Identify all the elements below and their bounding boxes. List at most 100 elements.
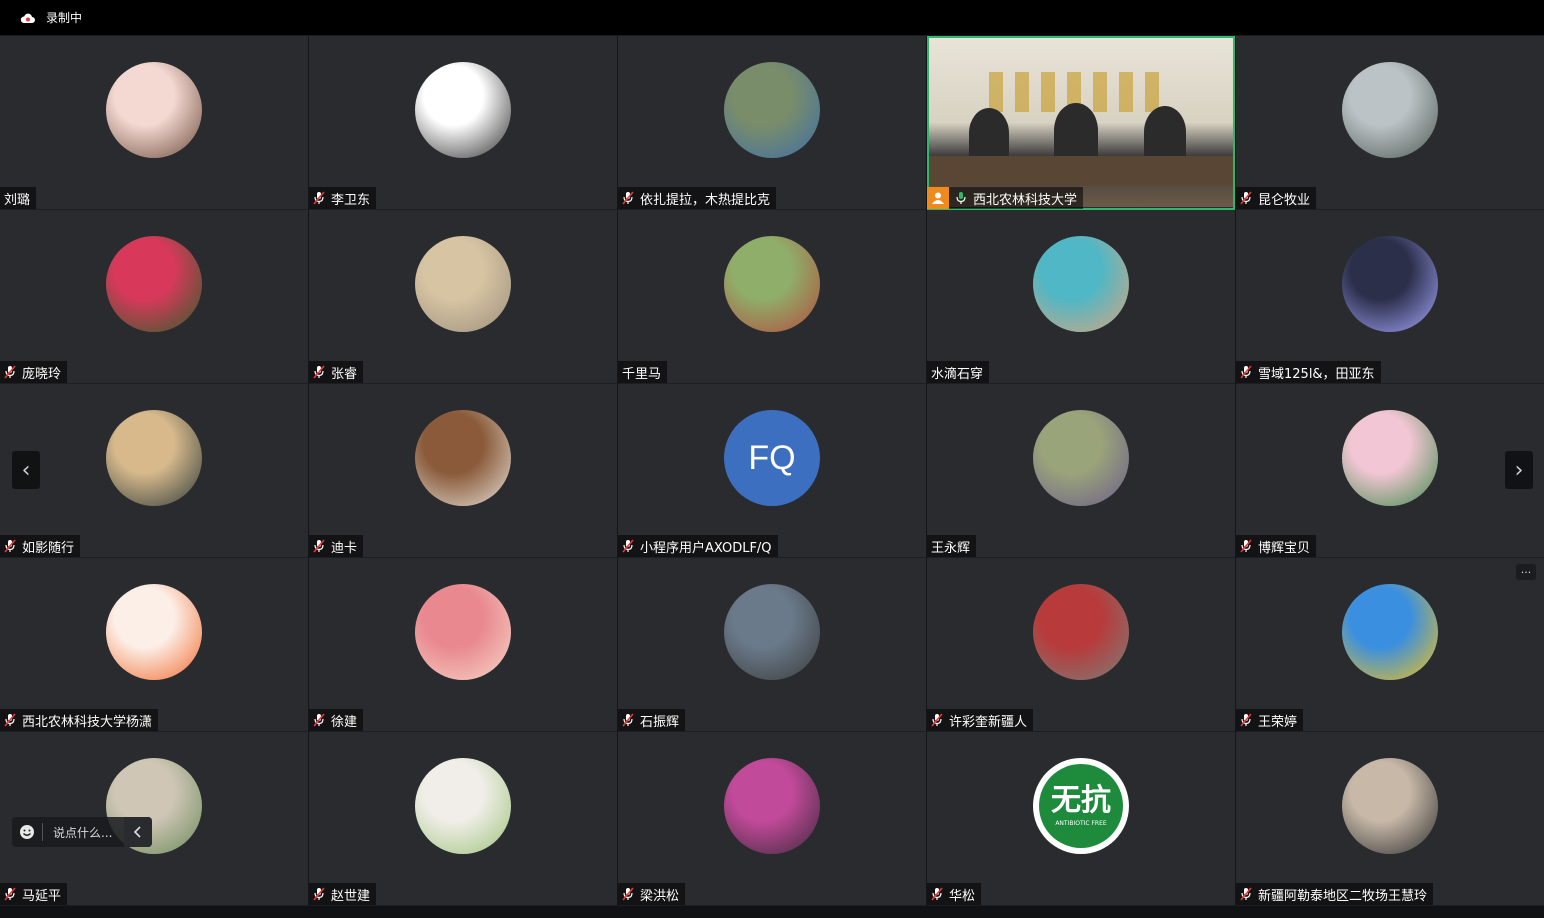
participant-nameplate: 新疆阿勒泰地区二牧场王慧玲 xyxy=(1236,883,1434,905)
video-feed xyxy=(929,38,1233,207)
mic-muted-icon xyxy=(622,887,640,901)
next-page-button[interactable]: › xyxy=(1505,451,1533,489)
participant-name: 赵世建 xyxy=(331,888,371,904)
participant-tile[interactable]: 雪域125l&，田亚东 xyxy=(1236,210,1544,384)
emoji-icon[interactable] xyxy=(12,824,42,840)
participant-tile[interactable]: 西北农林科技大学杨潇 xyxy=(0,558,308,732)
participant-tile[interactable]: 石振辉 xyxy=(618,558,926,732)
participant-name: 刘璐 xyxy=(4,192,31,208)
participant-tile[interactable]: 新疆阿勒泰地区二牧场王慧玲 xyxy=(1236,732,1544,906)
participant-nameplate: 许彩奎新疆人 xyxy=(927,709,1034,731)
more-options-button[interactable]: ··· xyxy=(1516,564,1536,580)
mic-muted-icon xyxy=(313,365,331,379)
participant-nameplate: 西北农林科技大学 xyxy=(927,187,1084,209)
chevron-left-icon: ‹ xyxy=(21,457,31,483)
participant-tile[interactable]: 无抗 ANTIBIOTIC FREE 华松 xyxy=(927,732,1235,906)
participant-name: 千里马 xyxy=(622,366,662,382)
cloud-record-icon xyxy=(20,12,36,24)
woman-portrait-avatar xyxy=(724,758,820,854)
collapse-chat-button[interactable] xyxy=(124,817,152,847)
participant-nameplate: 庞晓玲 xyxy=(0,361,68,383)
participant-nameplate: 依扎提拉，木热提比克 xyxy=(618,187,777,209)
participant-tile[interactable]: 张睿 xyxy=(309,210,617,384)
participant-tile[interactable]: 西北农林科技大学 xyxy=(927,36,1235,210)
participant-name: 西北农林科技大学杨潇 xyxy=(22,714,153,730)
participant-name: 小程序用户AXODLF/Q xyxy=(640,540,772,556)
participant-tile[interactable]: 刘璐 xyxy=(0,36,308,210)
mic-muted-icon xyxy=(931,887,949,901)
participant-nameplate: 千里马 xyxy=(618,361,668,383)
participant-tile[interactable]: 赵世建 xyxy=(309,732,617,906)
participant-nameplate: 博辉宝贝 xyxy=(1236,535,1317,557)
participant-tile[interactable]: 依扎提拉，木热提比克 xyxy=(618,36,926,210)
participant-tile[interactable]: 梁洪松 xyxy=(618,732,926,906)
participant-name: 石振辉 xyxy=(640,714,680,730)
mic-muted-icon xyxy=(4,713,22,727)
participant-tile[interactable]: 昆仑牧业 xyxy=(1236,36,1544,210)
mic-on-icon xyxy=(955,191,973,205)
participant-name: 依扎提拉，木热提比克 xyxy=(640,192,771,208)
mic-muted-icon xyxy=(931,713,949,727)
horses-photo-avatar xyxy=(415,410,511,506)
participant-tile[interactable]: 千里马 xyxy=(618,210,926,384)
chat-placeholder: 说点什么... xyxy=(53,825,113,840)
chat-input[interactable]: 说点什么... xyxy=(12,817,152,847)
participant-tile[interactable]: 许彩奎新疆人 xyxy=(927,558,1235,732)
participant-nameplate: 西北农林科技大学杨潇 xyxy=(0,709,159,731)
sunflower-photo-avatar xyxy=(1342,584,1438,680)
bottom-bar xyxy=(0,906,1544,918)
participant-tile[interactable]: 王荣婷 ··· xyxy=(1236,558,1544,732)
street-banner-avatar xyxy=(1033,584,1129,680)
participant-tile[interactable]: 李卫东 xyxy=(309,36,617,210)
participant-nameplate: 马延平 xyxy=(0,883,68,905)
participant-nameplate: 昆仑牧业 xyxy=(1236,187,1317,209)
participant-name: 王永辉 xyxy=(931,540,971,556)
garden-photo-avatar xyxy=(724,236,820,332)
participant-nameplate: 赵世建 xyxy=(309,883,377,905)
orchard-photo-avatar xyxy=(1033,410,1129,506)
participant-nameplate: 梁洪松 xyxy=(618,883,686,905)
sunset-lake-avatar xyxy=(106,410,202,506)
participant-nameplate: 华松 xyxy=(927,883,982,905)
prev-page-button[interactable]: ‹ xyxy=(12,451,40,489)
mic-muted-icon xyxy=(1240,365,1258,379)
mountain-person-avatar xyxy=(724,584,820,680)
two-boys-photo-avatar xyxy=(724,62,820,158)
participant-tile[interactable]: 博辉宝贝 xyxy=(1236,384,1544,558)
participant-name: 马延平 xyxy=(22,888,62,904)
recording-bar: 录制中 xyxy=(0,0,1544,35)
participant-nameplate: 王荣婷 xyxy=(1236,709,1304,731)
avatar-initials: FQ xyxy=(748,438,796,477)
participant-nameplate: 石振辉 xyxy=(618,709,686,731)
participant-grid: 刘璐 李卫东 依扎提拉，木热提比克 西北农林科技大学 昆仑牧业庞晓玲 张睿 千里马 水滴石穿 雪… xyxy=(0,36,1544,906)
blossom-photo-avatar xyxy=(1342,410,1438,506)
mic-muted-icon xyxy=(313,887,331,901)
participant-nameplate: 王永辉 xyxy=(927,535,977,557)
pagoda-car-photo-avatar xyxy=(1342,62,1438,158)
participant-tile[interactable]: 如影随行 xyxy=(0,384,308,558)
logo-text: 无抗 xyxy=(1051,782,1111,818)
man-portrait-avatar xyxy=(415,62,511,158)
participant-name: 梁洪松 xyxy=(640,888,680,904)
antibiotic-free-logo-avatar: 无抗 ANTIBIOTIC FREE xyxy=(1033,758,1129,854)
participant-name: 博辉宝贝 xyxy=(1258,540,1311,556)
participant-tile[interactable]: 王永辉 xyxy=(927,384,1235,558)
participant-tile[interactable]: 徐建 xyxy=(309,558,617,732)
host-icon xyxy=(927,187,949,209)
hydrangea-photo-avatar xyxy=(106,236,202,332)
participant-tile[interactable]: 水滴石穿 xyxy=(927,210,1235,384)
anime-girl-avatar xyxy=(106,62,202,158)
participant-tile[interactable]: 迪卡 xyxy=(309,384,617,558)
light-tunnel-avatar xyxy=(1342,236,1438,332)
cartoon-couple-avatar xyxy=(415,584,511,680)
mic-muted-icon xyxy=(4,365,22,379)
participant-nameplate: 如影随行 xyxy=(0,535,81,557)
participant-tile[interactable]: 庞晓玲 xyxy=(0,210,308,384)
mic-muted-icon xyxy=(4,539,22,553)
participant-nameplate: 张睿 xyxy=(309,361,364,383)
participant-name: 雪域125l&，田亚东 xyxy=(1258,366,1375,382)
participant-tile[interactable]: FQ 小程序用户AXODLF/Q xyxy=(618,384,926,558)
participant-name: 李卫东 xyxy=(331,192,371,208)
participant-name: 水滴石穿 xyxy=(931,366,984,382)
participant-nameplate: 李卫东 xyxy=(309,187,377,209)
